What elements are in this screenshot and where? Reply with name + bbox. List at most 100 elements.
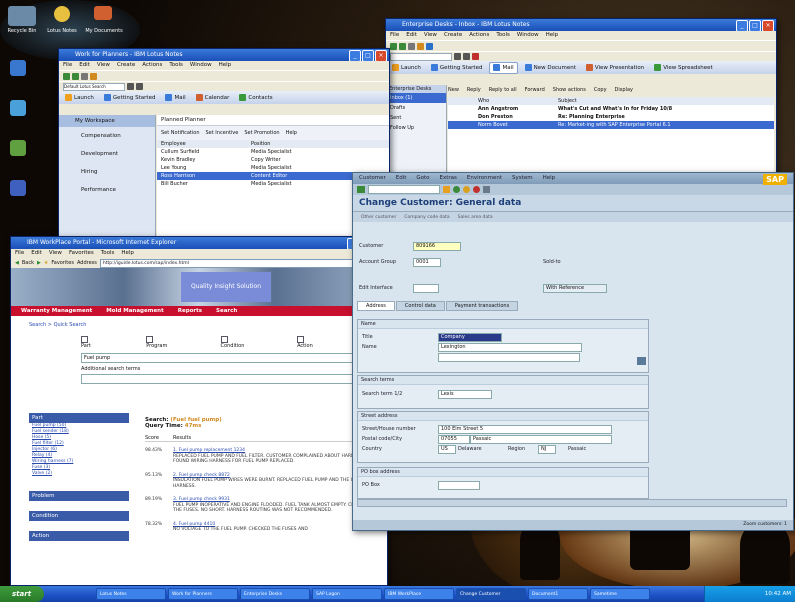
refresh-icon[interactable] — [426, 42, 433, 50]
edit-interface-field[interactable] — [413, 284, 439, 293]
set-promotion-button[interactable]: Set Promotion — [244, 130, 279, 136]
ie-window[interactable]: IBM WorkPlace Portal - Microsoft Interne… — [10, 236, 388, 586]
name2-field[interactable] — [438, 353, 580, 362]
horizontal-scrollbar[interactable] — [357, 499, 787, 507]
mail-row[interactable]: Don Preston Re: Planning Enterprise — [448, 113, 774, 121]
my-documents-icon[interactable] — [94, 6, 112, 20]
notes-inbox-window[interactable]: Enterprise Desks - Inbox - IBM Lotus Not… — [385, 18, 777, 190]
recycle-bin-icon[interactable] — [8, 6, 36, 26]
table-row[interactable]: Lee Young Media Specialist — [157, 164, 389, 172]
facet-link[interactable]: Valve (2) — [29, 471, 129, 477]
command-field[interactable] — [368, 185, 440, 194]
result-item[interactable]: 98.43% 1. Fuel pump replacement 1234 REPLA… — [145, 448, 381, 465]
copy-button[interactable]: Copy — [594, 87, 607, 93]
facet-header-action[interactable]: Action — [29, 531, 129, 541]
tab-view-presentation[interactable]: View Presentation — [583, 63, 647, 73]
favorites-icon[interactable]: ★ — [44, 260, 48, 266]
checkbox-icon[interactable] — [146, 336, 154, 343]
taskbar-item[interactable]: Work for Planners — [168, 588, 238, 600]
more-fields-icon[interactable] — [637, 357, 646, 365]
forward-icon[interactable] — [399, 42, 406, 50]
menu-window[interactable]: Window — [190, 62, 212, 68]
result-item[interactable]: 78.32% 4. Fuel pump 4410 NO VOLTAGE TO THE… — [145, 522, 381, 533]
result-link[interactable]: 4. Fuel pump 4410 — [173, 522, 215, 527]
set-incentive-button[interactable]: Set Incentive — [206, 130, 239, 136]
nav-hiring[interactable]: Hiring — [59, 163, 155, 181]
checkbox-icon[interactable] — [81, 336, 88, 343]
menu-tools[interactable]: Tools — [101, 250, 115, 256]
sales-area-button[interactable]: Sales area data — [458, 215, 493, 220]
help-button[interactable]: Help — [286, 130, 297, 136]
address-bar[interactable]: http://iguide.lotus.com/sap/index.html — [99, 258, 357, 268]
nav-mold-management[interactable]: Mold Management — [106, 306, 163, 316]
forward-icon[interactable]: ▶ — [37, 260, 41, 266]
forward-button[interactable]: Forward — [525, 87, 545, 93]
search-icon[interactable] — [90, 72, 97, 80]
minimize-icon[interactable]: _ — [736, 20, 748, 31]
tab-launch[interactable]: Launch — [389, 63, 424, 73]
checkbox-icon[interactable] — [220, 336, 228, 343]
symphony-icon[interactable] — [10, 180, 26, 196]
set-notification-button[interactable]: Set Notification — [161, 130, 200, 136]
nav-warranty-management[interactable]: Warranty Management — [21, 306, 92, 316]
menu-view[interactable]: View — [97, 62, 110, 68]
menu-favorites[interactable]: Favorites — [69, 250, 94, 256]
back-icon[interactable] — [63, 72, 70, 80]
column-who[interactable]: Who — [448, 98, 558, 104]
back-icon[interactable] — [390, 42, 397, 50]
column-position[interactable]: Position — [251, 141, 270, 147]
search-input[interactable]: Fuel pump — [81, 353, 365, 363]
menu-file[interactable]: File — [390, 32, 399, 38]
show-actions-button[interactable]: Show actions — [553, 87, 586, 93]
maximize-icon[interactable]: □ — [749, 20, 761, 31]
nav-my-workspace[interactable]: My Workspace — [59, 115, 155, 127]
forward-icon[interactable] — [72, 72, 79, 80]
result-item[interactable]: 95.13% 2. Fuel pump check 8872 INSULATION … — [145, 473, 381, 490]
menu-create[interactable]: Create — [117, 62, 135, 68]
back-icon[interactable]: ◀ — [15, 260, 19, 266]
result-link[interactable]: 2. Fuel pump check 8872 — [173, 473, 230, 478]
cancel-icon[interactable] — [473, 186, 480, 193]
city-field[interactable]: Passaic — [470, 435, 612, 444]
tab-getting-started[interactable]: Getting Started — [101, 93, 159, 103]
facet-header-problem[interactable]: Problem — [29, 491, 129, 501]
internet-icon[interactable] — [10, 60, 26, 76]
taskbar-item[interactable]: Document1 — [528, 588, 588, 600]
search-box[interactable] — [390, 52, 452, 61]
bold-icon[interactable] — [127, 83, 134, 90]
facet-header-part[interactable]: Part — [29, 413, 129, 423]
menu-help[interactable]: Help — [546, 32, 559, 38]
street-field[interactable]: 100 Elm Street 5 — [438, 425, 612, 434]
nav-search[interactable]: Search — [216, 306, 237, 316]
menu-edit[interactable]: Edit — [79, 62, 90, 68]
menu-create[interactable]: Create — [444, 32, 462, 38]
title-bar[interactable]: Enterprise Desks - Inbox - IBM Lotus Not… — [386, 19, 776, 31]
menu-goto[interactable]: Goto — [416, 175, 429, 181]
country-field[interactable]: US — [438, 445, 456, 454]
other-customer-button[interactable]: Other customer — [361, 215, 396, 220]
checkbox-icon[interactable] — [297, 336, 305, 343]
reply-button[interactable]: Reply — [467, 87, 481, 93]
folder-sent[interactable]: Sent — [386, 113, 446, 123]
close-icon[interactable]: × — [762, 20, 774, 31]
tab-calendar[interactable]: Calendar — [193, 93, 233, 103]
po-box-field[interactable] — [438, 481, 480, 490]
tab-view-spreadsheet[interactable]: View Spreadsheet — [651, 63, 715, 73]
menu-customer[interactable]: Customer — [359, 175, 386, 181]
tab-mail[interactable]: Mail — [162, 93, 188, 103]
name-field[interactable]: Lexington — [438, 343, 582, 352]
with-reference-button[interactable]: With Reference — [543, 284, 607, 293]
menu-tools[interactable]: Tools — [496, 32, 510, 38]
bold-icon[interactable] — [454, 53, 461, 60]
menu-view[interactable]: View — [424, 32, 437, 38]
reply-all-button[interactable]: Reply to all — [489, 87, 517, 93]
notes-planners-window[interactable]: Work for Planners - IBM Lotus Notes _ □ × … — [58, 48, 390, 250]
column-employee[interactable]: Employee — [161, 141, 251, 147]
print-icon[interactable] — [81, 72, 88, 80]
taskbar-item[interactable]: Sametime — [590, 588, 650, 600]
result-link[interactable]: 1. Fuel pump replacement 1234 — [173, 448, 245, 453]
back-button[interactable]: Back — [22, 260, 34, 266]
tab-mail[interactable]: Mail — [489, 61, 518, 74]
tab-launch[interactable]: Launch — [62, 93, 97, 103]
color-icon[interactable] — [472, 53, 479, 60]
